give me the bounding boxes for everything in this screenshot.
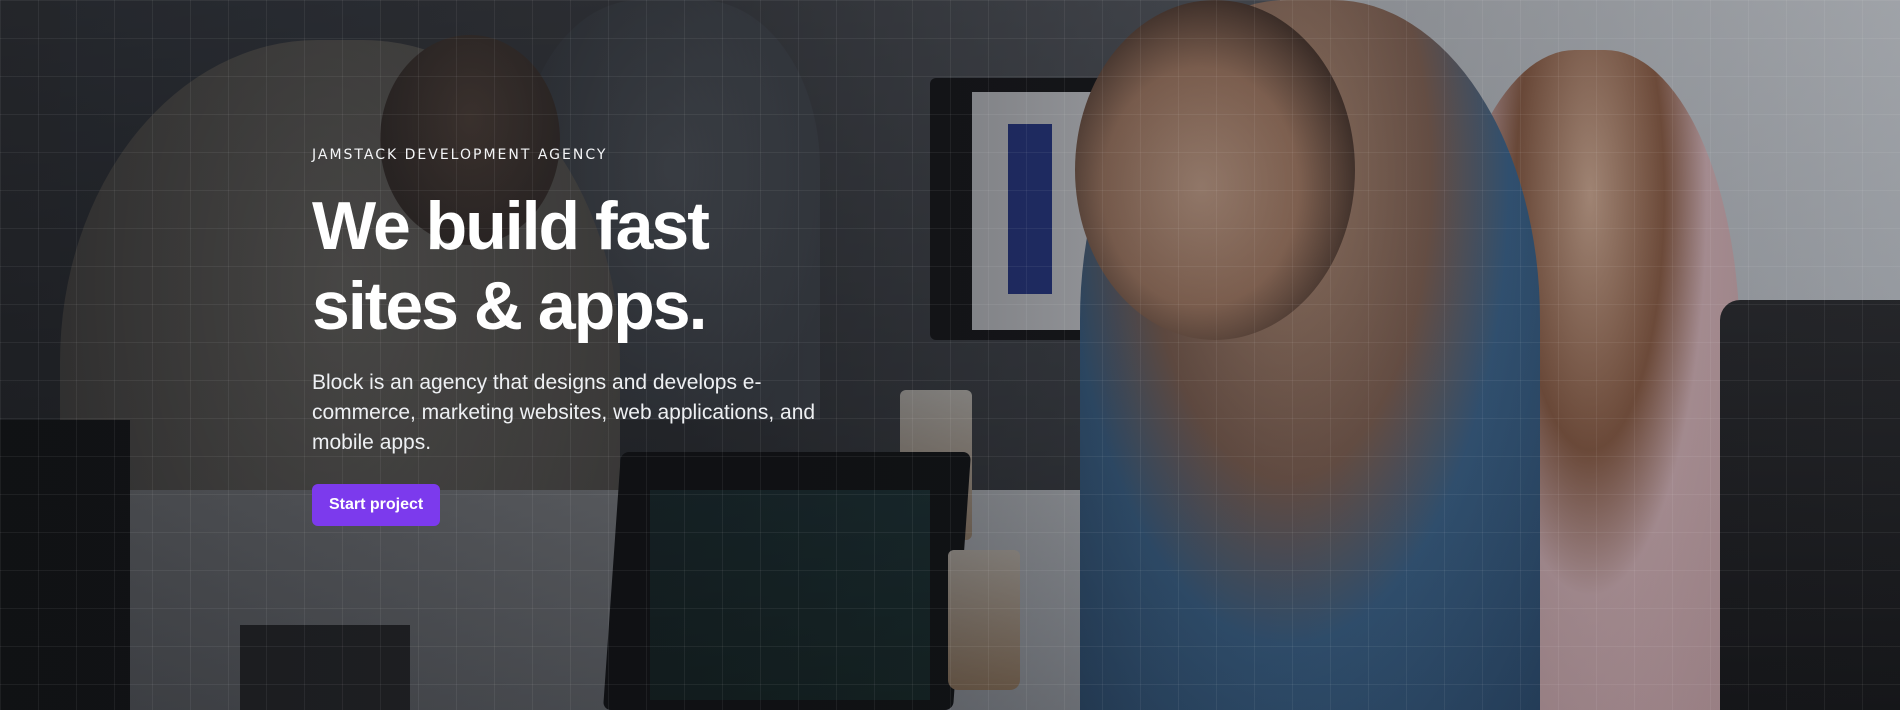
hero-section: JAMSTACK DEVELOPMENT AGENCY We build fas…: [0, 0, 1900, 710]
hero-headline-line-2: sites & apps.: [312, 268, 708, 344]
start-project-button[interactable]: Start project: [312, 484, 441, 526]
hero-headline: We build fast sites & apps.: [312, 186, 832, 346]
hero-grid-pattern: [0, 0, 1900, 710]
hero-description: Block is an agency that designs and deve…: [312, 371, 816, 454]
hero-content: JAMSTACK DEVELOPMENT AGENCY We build fas…: [312, 146, 832, 526]
hero-eyebrow: JAMSTACK DEVELOPMENT AGENCY: [312, 147, 608, 163]
hero-headline-line-1: We build fast: [312, 188, 710, 264]
